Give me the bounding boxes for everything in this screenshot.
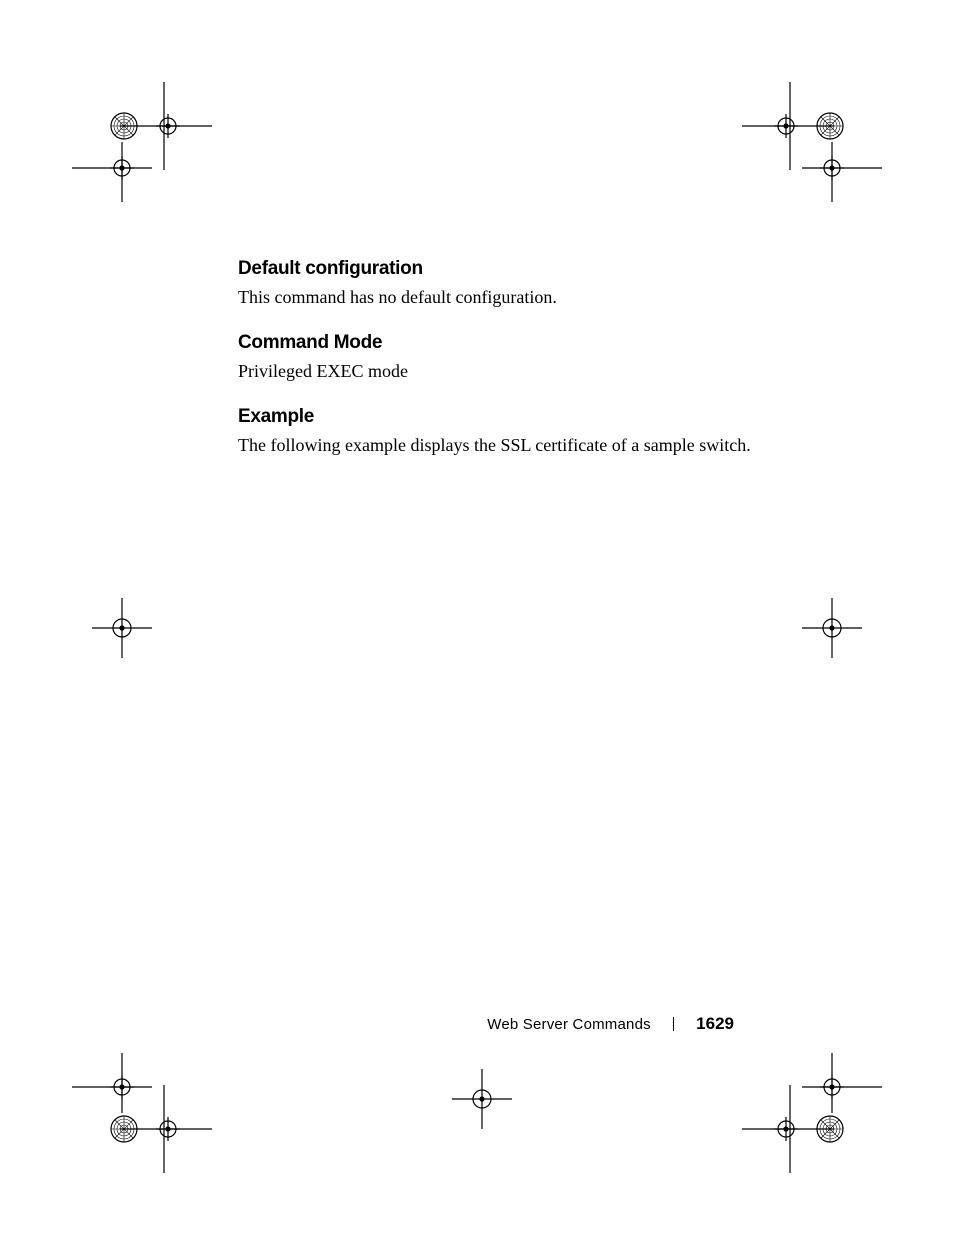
crop-mark-bottom-left-icon	[62, 1053, 212, 1173]
crop-mark-right-icon	[802, 598, 862, 658]
crop-mark-top-right-icon	[742, 82, 892, 202]
section-heading: Example	[238, 406, 798, 428]
section-body: This command has no default configuratio…	[238, 284, 798, 310]
footer-separator	[673, 1017, 674, 1031]
page-content: Default configuration This command has n…	[238, 258, 798, 480]
section-body: The following example displays the SSL c…	[238, 432, 798, 458]
crop-mark-bottom-right-icon	[742, 1053, 892, 1173]
section-heading: Command Mode	[238, 332, 798, 354]
section-body: Privileged EXEC mode	[238, 358, 798, 384]
page-footer: Web Server Commands 1629	[0, 1014, 954, 1034]
crop-mark-top-left-icon	[62, 82, 212, 202]
crop-mark-bottom-icon	[452, 1069, 512, 1129]
footer-chapter: Web Server Commands	[487, 1016, 651, 1033]
footer-page-number: 1629	[696, 1014, 734, 1033]
crop-mark-left-icon	[92, 598, 152, 658]
section-heading: Default configuration	[238, 258, 798, 280]
